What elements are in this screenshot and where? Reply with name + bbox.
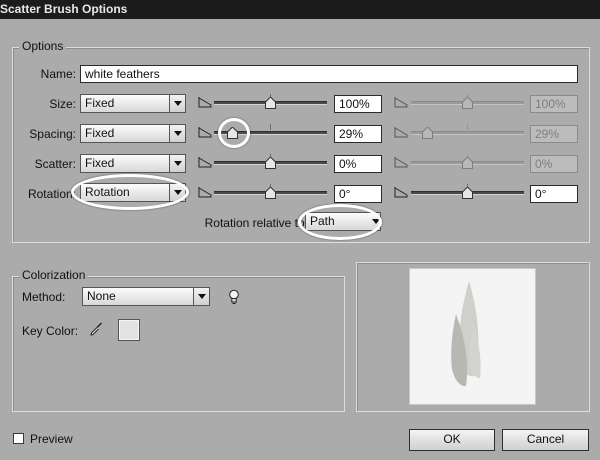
spacing-min-slider-tick	[270, 124, 271, 130]
window-title: Scatter Brush Options	[0, 2, 128, 16]
method-select[interactable]: None	[82, 287, 210, 306]
options-legend: Options	[19, 39, 67, 53]
scatter-mode-select[interactable]: Fixed	[80, 154, 186, 173]
scatter-max-slider-thumb	[462, 157, 473, 169]
slider-max-icon	[394, 126, 408, 138]
size-max-field: 100%	[530, 95, 578, 113]
scatter-max-field: 0%	[530, 155, 578, 173]
slider-min-icon	[198, 156, 212, 168]
rotation-label: Rotation:	[27, 187, 76, 201]
chevron-down-icon	[193, 288, 209, 305]
ok-button[interactable]: OK	[409, 429, 495, 451]
rotation-relative-highlight	[298, 204, 382, 240]
slider-max-icon	[394, 96, 408, 108]
title-bar: Scatter Brush Options	[0, 0, 600, 19]
chevron-down-icon	[169, 95, 185, 112]
rotation-min-slider-thumb[interactable]	[265, 187, 276, 199]
slider-min-icon	[198, 96, 212, 108]
rotation-relative-label: Rotation relative to:	[204, 216, 308, 230]
name-field[interactable]: white feathers	[80, 65, 578, 83]
colorization-legend: Colorization	[19, 268, 89, 282]
slider-max-icon	[394, 156, 408, 168]
rotation-max-slider-thumb[interactable]	[462, 187, 473, 199]
method-label: Method:	[22, 290, 66, 304]
scatter-min-field[interactable]: 0%	[334, 155, 382, 173]
spacing-mode-value: Fixed	[85, 126, 115, 140]
rotation-max-field[interactable]: 0°	[530, 185, 578, 203]
size-mode-select[interactable]: Fixed	[80, 94, 186, 113]
spacing-mode-select[interactable]: Fixed	[80, 124, 186, 143]
size-min-field[interactable]: 100%	[334, 95, 382, 113]
spacing-min-field[interactable]: 29%	[334, 125, 382, 143]
scatter-min-slider-thumb[interactable]	[265, 157, 276, 169]
slider-min-icon	[198, 126, 212, 138]
chevron-down-icon	[169, 125, 185, 142]
size-label: Size:	[49, 97, 76, 111]
size-max-slider-thumb	[462, 97, 473, 109]
spacing-max-field: 29%	[530, 125, 578, 143]
size-min-slider-thumb[interactable]	[265, 97, 276, 109]
rotation-min-field[interactable]: 0°	[334, 185, 382, 203]
method-value: None	[87, 289, 116, 303]
slider-max-icon	[394, 186, 408, 198]
preview-canvas	[409, 268, 536, 405]
name-label: Name:	[40, 67, 76, 81]
preview-label: Preview	[30, 432, 73, 446]
scatter-label: Scatter:	[34, 157, 76, 171]
key-color-swatch[interactable]	[118, 319, 140, 341]
spacing-slider-highlight	[218, 118, 250, 148]
spacing-max-slider-tick	[467, 124, 468, 130]
rotation-select-highlight	[71, 174, 189, 210]
size-mode-value: Fixed	[85, 96, 115, 110]
lightbulb-icon[interactable]	[228, 289, 240, 305]
cancel-button[interactable]: Cancel	[502, 429, 589, 451]
chevron-down-icon	[169, 155, 185, 172]
feather-preview-image	[451, 281, 481, 387]
scatter-mode-value: Fixed	[85, 156, 115, 170]
preview-checkbox[interactable]	[13, 433, 24, 444]
spacing-max-slider-thumb	[422, 127, 433, 139]
eyedropper-icon[interactable]	[89, 321, 103, 337]
spacing-label: Spacing:	[29, 127, 76, 141]
key-color-label: Key Color:	[22, 324, 79, 338]
slider-min-icon	[198, 186, 212, 198]
